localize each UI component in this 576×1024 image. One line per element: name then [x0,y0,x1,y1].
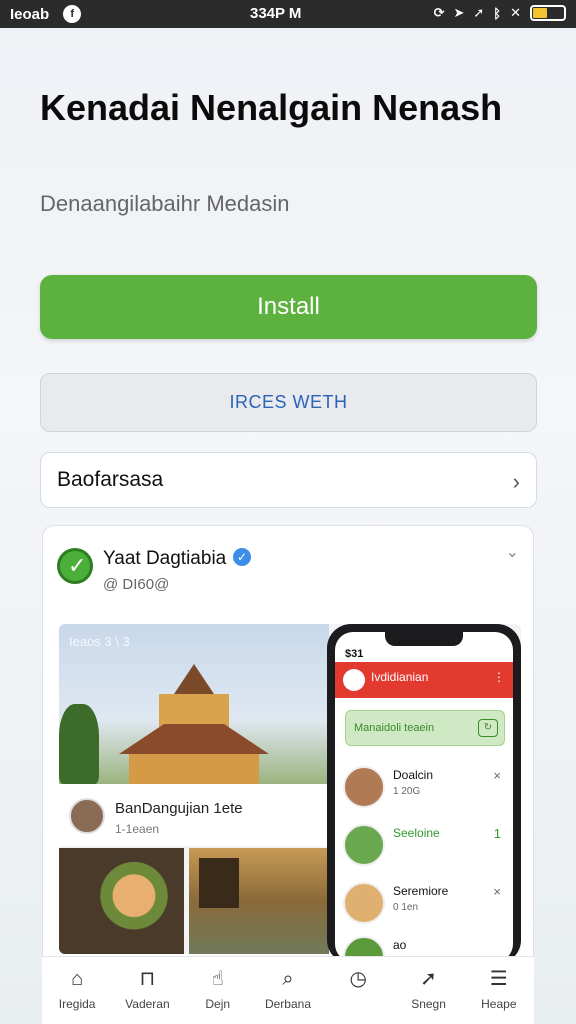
bag-icon: ⊓ [139,968,156,990]
nav-item-search[interactable]: ⌕ Derbana [253,957,323,1024]
nav-item-bag[interactable]: ⊓ Vaderan [112,957,182,1024]
signal-icon: ✕ [510,5,521,20]
card-name[interactable]: Yaat Dagtiabia [103,548,226,570]
phone-header-title: Ivdidianian [371,670,429,684]
media-caption: Ieaos 3 \ 3 [69,634,130,649]
bluetooth-icon: ᛒ [493,5,502,21]
avatar [69,798,105,834]
circle-arrow-icon: ⟳ [433,5,445,20]
temple-photo[interactable]: Ieaos 3 \ 3 [59,624,329,784]
food-photo[interactable] [59,848,184,954]
verified-badge-icon: ✓ [233,548,251,566]
nav-label: Derbana [264,997,311,1011]
phone-item-sub: 0 1en [393,902,419,913]
phone-list-item[interactable]: Seeloine 1 [343,818,505,874]
avatar [343,824,385,866]
battery-icon [530,5,566,21]
phone-mockup: $31 Ivdidianian ⋮ Manaidoli teaein ↻ Doa… [327,624,521,964]
close-icon[interactable]: × [493,768,501,783]
avatar [343,766,385,808]
status-bar: Ieoab f 334P M ⟳ ➤ ➚ ᛒ ✕ [0,0,576,28]
phone-notch [385,632,463,646]
house-photo[interactable] [189,848,329,954]
search-icon: ⌕ [282,968,294,990]
nav-item-clock[interactable]: ◷ [323,957,393,1024]
nav-label: Iregida [58,997,96,1011]
phone-item-name: Seeloine [393,826,440,840]
phone-search-field[interactable]: Manaidoli teaein ↻ [345,710,505,746]
menu-icon[interactable]: ⋮ [493,670,505,684]
clock-icon: ◷ [349,968,367,990]
tree-shape [59,704,99,784]
post-subtitle: 1-1eaen [115,822,160,836]
chevron-down-icon[interactable]: ⌄ [506,542,519,562]
close-icon[interactable]: × [493,884,501,899]
avatar [343,882,385,924]
phone-list-item[interactable]: Doalcin 1 20G × [343,760,505,816]
phone-item-action[interactable]: 1 [494,826,501,841]
row-link[interactable]: Baofarsasa › [40,452,537,508]
phone-item-name: Seremiore [393,884,449,898]
install-button[interactable]: Install [40,275,537,339]
door-shape [199,858,239,908]
chevron-right-icon: › [512,469,520,494]
page-title: Kenadai Nenalgain Nenash [40,87,503,128]
home-icon: ⌂ [71,968,84,990]
phone-search-placeholder: Manaidoli teaein [354,722,435,734]
page-subtitle: Denaangilabaihr Medasin [40,191,290,216]
phone-item-sub: 1 20G [393,786,421,797]
secondary-button[interactable]: IRCES WETH [40,373,537,432]
card-handle: @ DI60@ [103,576,170,593]
nav-item-hand[interactable]: ☝ Dejn [183,957,253,1024]
post-title: BanDangujian 1ete [115,800,243,817]
bottom-nav: ⌂ Iregida ⊓ Vaderan ☝ Dejn ⌕ Derbana ◷ ➚… [42,956,534,1024]
nav-item-menu[interactable]: ☰ Heape [464,957,534,1024]
nav-item-share[interactable]: ➚ Snegn [393,957,463,1024]
nav-label: Snegn [411,997,446,1011]
post-row[interactable]: BanDangujian 1ete 1-1eaen [59,784,329,846]
avatar [343,669,365,691]
share-icon: ➚ [420,968,437,990]
battery-level [533,8,547,18]
nav-item-home[interactable]: ⌂ Iregida [42,957,112,1024]
phone-item-name: Doalcin [393,768,434,782]
phone-list-item[interactable]: Seremiore 0 1en × [343,876,505,932]
hand-icon: ☝ [211,968,224,990]
phone-header: Ivdidianian ⋮ [335,662,513,698]
nav-label: Heape [481,997,517,1011]
carrier-label: Ieoab [10,5,50,23]
nav-label: Dejn [205,997,231,1011]
row-link-label: Baofarsasa [57,468,164,491]
status-time: 334P M [250,5,302,22]
app-card: Yaat Dagtiabia ✓ @ DI60@ ⌄ Ieaos 3 \ 3 B… [42,525,534,1024]
nav-label: Vaderan [125,997,170,1011]
phone-screen: $31 Ivdidianian ⋮ Manaidoli teaein ↻ Doa… [335,632,513,962]
menu-icon: ☰ [489,968,508,990]
location-icon: ➤ [453,5,465,20]
navigation-icon: ➚ [473,5,485,20]
refresh-icon[interactable]: ↻ [478,719,498,737]
notification-icon: f [63,5,82,23]
phone-status: $31 [345,648,364,660]
phone-item-name: ao [393,938,407,952]
app-logo-icon [57,548,93,584]
temple-illustration [119,664,269,784]
